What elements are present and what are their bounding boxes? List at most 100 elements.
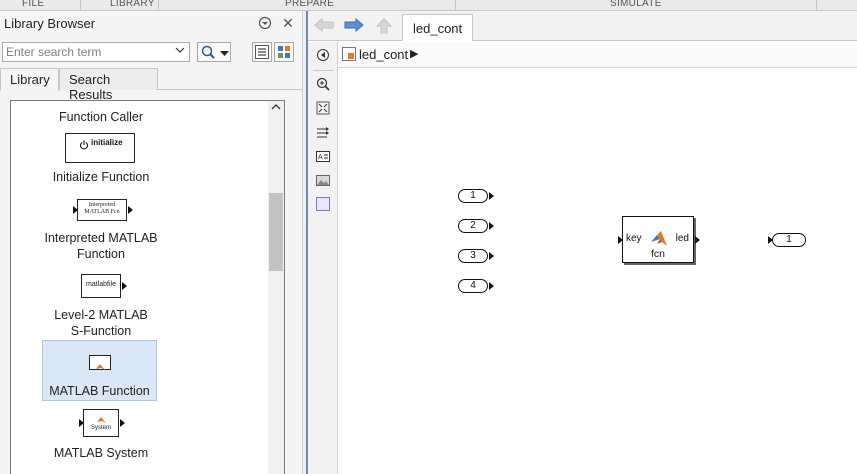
list-item-label: MATLAB Function — [49, 384, 150, 398]
block-icon-text: System — [90, 425, 111, 431]
palette-separator — [313, 70, 333, 71]
matlab-logo-icon — [650, 230, 668, 248]
tab-search-results[interactable]: Search Results — [59, 68, 158, 102]
list-item-label: MATLAB System — [53, 446, 149, 460]
block-icon-text: initialize — [91, 138, 123, 147]
interpreted-matlab-fcn-block-icon[interactable]: Interpreted MATLAB Fcn — [77, 199, 127, 221]
model-tab[interactable]: led_cont — [402, 14, 474, 41]
input-port-arrow-icon — [73, 206, 78, 214]
block-diagram-palette: A — [308, 42, 338, 474]
output-port-arrow-icon — [120, 419, 125, 427]
input-port-arrow-icon — [79, 419, 84, 427]
list-view-icon — [255, 45, 269, 62]
breadcrumb-arrow-icon[interactable]: ▶ — [410, 47, 418, 60]
outport-block[interactable]: 1 — [768, 233, 806, 247]
port-arrow-icon — [489, 192, 494, 200]
zoom-in-icon[interactable] — [315, 77, 331, 93]
list-view-button[interactable] — [252, 42, 272, 62]
matlab-function-block-icon — [89, 355, 111, 370]
ribbon-tab-prepare[interactable]: PREPARE — [285, 0, 334, 9]
forward-arrow-icon[interactable] — [344, 17, 364, 34]
library-browser-panel: Library Browser ✕ Library Search Results — [0, 11, 303, 474]
output-port-arrow-icon — [695, 236, 700, 244]
level2-sfunction-block-icon[interactable]: matlabfile — [81, 274, 121, 298]
icon-view-icon — [277, 45, 291, 62]
tab-library[interactable]: Library — [0, 68, 59, 91]
model-editor: led_cont A led_cont ▶ 1 2 3 4 key led fc… — [306, 11, 857, 474]
initialize-function-block-icon[interactable]: initialize — [65, 133, 135, 163]
fit-to-view-icon[interactable] — [315, 101, 331, 117]
inport-block[interactable]: 4 — [458, 279, 494, 293]
inport-block[interactable]: 1 — [458, 189, 494, 203]
breadcrumb: led_cont ▶ — [338, 42, 857, 68]
scroll-up-icon[interactable] — [268, 103, 284, 117]
area-icon[interactable] — [315, 197, 331, 213]
output-port-arrow-icon — [122, 282, 127, 290]
library-browser-title: Library Browser — [4, 16, 96, 31]
matlab-system-block-icon[interactable]: System — [83, 409, 119, 437]
list-item-label: Level-2 MATLAB — [54, 308, 148, 322]
list-item-matlab-function[interactable]: MATLAB Function — [42, 340, 157, 401]
list-item-level2-matlab-sfunction[interactable]: Level-2 MATLAB S-Function — [11, 307, 191, 339]
search-button[interactable] — [197, 42, 231, 62]
inport-block[interactable]: 2 — [458, 219, 494, 233]
port-arrow-icon — [489, 282, 494, 290]
list-item-function-caller[interactable]: Function Caller — [11, 109, 191, 125]
list-item-label: Initialize Function — [52, 170, 150, 184]
list-item-label: Function — [77, 247, 125, 261]
hide-explorer-icon[interactable] — [315, 48, 331, 64]
image-icon[interactable] — [315, 173, 331, 189]
icon-view-button[interactable] — [274, 42, 294, 62]
block-name[interactable]: fcn — [623, 248, 693, 260]
chevron-down-icon[interactable] — [173, 45, 187, 59]
power-icon — [79, 139, 89, 153]
ribbon-tab-library[interactable]: LIBRARY — [110, 0, 155, 9]
inport-block[interactable]: 3 — [458, 249, 494, 263]
matlab-function-block[interactable]: key led fcn — [622, 216, 694, 263]
outport-label: 1 — [772, 233, 806, 247]
list-item-matlab-system[interactable]: MATLAB System — [11, 445, 191, 461]
block-input-label: key — [626, 233, 642, 244]
port-arrow-icon — [489, 252, 494, 260]
breadcrumb-item[interactable]: led_cont — [359, 47, 408, 62]
scrollbar-thumb[interactable] — [269, 193, 283, 271]
ribbon-tab-simulate[interactable]: SIMULATE — [610, 0, 662, 9]
inport-label: 2 — [458, 219, 488, 233]
ribbon-tab-strip: FILE LIBRARY PREPARE SIMULATE — [0, 0, 857, 11]
output-port-arrow-icon — [128, 206, 133, 214]
svg-text:A: A — [318, 154, 323, 161]
editor-nav-bar: led_cont — [308, 11, 857, 41]
library-tab-bar: Library Search Results — [0, 68, 303, 102]
inport-label: 3 — [458, 249, 488, 263]
back-arrow-icon[interactable] — [314, 17, 334, 34]
search-input[interactable] — [3, 43, 173, 61]
vertical-scrollbar[interactable] — [268, 101, 284, 474]
block-icon-text: matlabfile — [86, 281, 116, 288]
block-icon-text: Interpreted MATLAB Fcn — [84, 202, 120, 215]
ribbon-separator — [455, 0, 456, 11]
search-box — [2, 42, 190, 62]
list-item-interpreted-matlab-function[interactable]: Interpreted MATLAB Function — [11, 230, 191, 262]
ribbon-separator — [158, 0, 159, 11]
close-icon[interactable]: ✕ — [280, 15, 296, 31]
block-output-label: led — [675, 233, 689, 244]
search-icon — [200, 44, 218, 63]
inport-label: 4 — [458, 279, 488, 293]
library-block-list: Function Caller initialize Initialize Fu… — [10, 100, 285, 474]
list-item-label: Interpreted MATLAB — [44, 231, 158, 245]
annotation-icon[interactable]: A — [315, 149, 331, 165]
list-item-label: S-Function — [70, 324, 132, 338]
ribbon-separator — [80, 0, 81, 11]
chevron-down-icon — [220, 47, 229, 61]
matlab-logo-icon — [96, 359, 105, 375]
ribbon-tab-file[interactable]: FILE — [22, 0, 44, 9]
diagram-canvas[interactable]: 1 2 3 4 key led fcn 1 — [338, 69, 857, 474]
model-icon — [342, 47, 356, 61]
panel-menu-icon[interactable] — [257, 15, 273, 31]
list-item-initialize-function[interactable]: Initialize Function — [11, 169, 191, 185]
ribbon-separator — [816, 0, 817, 11]
up-arrow-icon[interactable] — [374, 18, 394, 34]
inport-label: 1 — [458, 189, 488, 203]
signal-lines-icon[interactable] — [315, 125, 331, 141]
port-arrow-icon — [489, 222, 494, 230]
